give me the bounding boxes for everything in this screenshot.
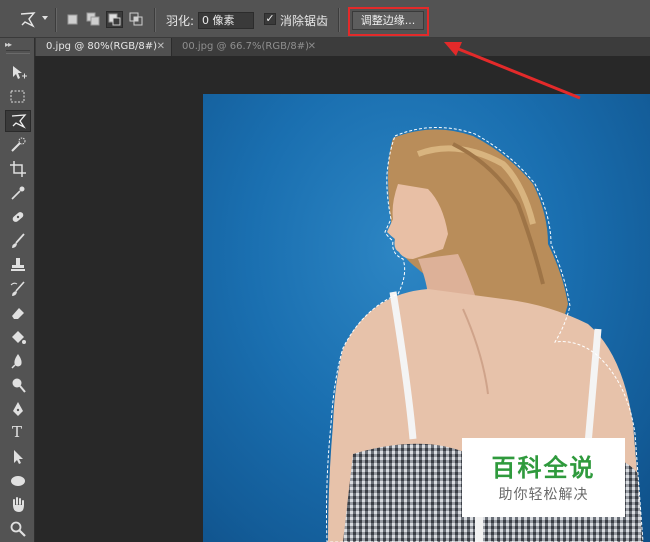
add-to-selection-mode-button[interactable] bbox=[85, 11, 102, 28]
history-brush-tool-icon[interactable] bbox=[5, 278, 31, 300]
document-canvas[interactable]: 百科全说 助你轻松解决 bbox=[36, 56, 650, 542]
watermark-badge: 百科全说 助你轻松解决 bbox=[462, 438, 625, 517]
tab-document-00[interactable]: 00.jpg @ 66.7%(RGB/8#) ✕ bbox=[172, 38, 322, 56]
dodge-tool-icon[interactable] bbox=[5, 374, 31, 396]
type-tool-icon[interactable]: T bbox=[5, 422, 31, 444]
intersect-selection-mode-button[interactable] bbox=[128, 11, 145, 28]
eraser-tool-icon[interactable] bbox=[5, 302, 31, 324]
tab-document-0[interactable]: 0.jpg @ 80%(RGB/8#) ✕ bbox=[36, 38, 172, 56]
panel-collapse-icon[interactable]: ▸▸ bbox=[5, 40, 12, 49]
hand-tool-icon[interactable] bbox=[5, 494, 31, 516]
zoom-tool-icon[interactable] bbox=[5, 518, 31, 540]
options-bar: 羽化: 0 像素 ✓ 消除锯齿 调整边缘... bbox=[0, 0, 650, 38]
eyedropper-tool-icon[interactable] bbox=[5, 182, 31, 204]
spot-healing-tool-icon[interactable] bbox=[5, 206, 31, 228]
toolbar-separator bbox=[55, 8, 57, 32]
antialias-checkbox[interactable]: ✓ bbox=[264, 13, 276, 25]
lasso-tool-preset-icon[interactable] bbox=[18, 10, 38, 30]
tools-panel: ▸▸ T bbox=[0, 38, 35, 542]
paint-bucket-tool-icon[interactable] bbox=[5, 326, 31, 348]
close-icon[interactable]: ✕ bbox=[157, 38, 165, 55]
annotation-highlight-box bbox=[348, 7, 429, 36]
move-tool-icon[interactable] bbox=[5, 62, 31, 84]
toolbar-separator bbox=[154, 8, 156, 32]
antialias-label: 消除锯齿 bbox=[280, 14, 329, 28]
path-selection-tool-icon[interactable] bbox=[5, 446, 31, 468]
panel-grip[interactable] bbox=[6, 50, 30, 54]
tab-label: 0.jpg @ 80%(RGB/8#) bbox=[46, 41, 158, 52]
marquee-tool-icon[interactable] bbox=[5, 86, 31, 108]
toolbar-separator bbox=[338, 8, 340, 32]
feather-label: 羽化: bbox=[166, 14, 195, 28]
ellipse-tool-icon[interactable] bbox=[5, 470, 31, 492]
type-tool-letter: T bbox=[12, 423, 23, 441]
brush-tool-icon[interactable] bbox=[5, 230, 31, 252]
tab-label: 00.jpg @ 66.7%(RGB/8#) bbox=[182, 41, 309, 52]
polygonal-lasso-tool-icon[interactable] bbox=[5, 110, 31, 132]
quick-selection-tool-icon[interactable] bbox=[5, 134, 31, 156]
new-selection-mode-button[interactable] bbox=[64, 11, 81, 28]
close-icon[interactable]: ✕ bbox=[308, 38, 316, 55]
feather-input[interactable]: 0 像素 bbox=[198, 12, 254, 29]
crop-tool-icon[interactable] bbox=[5, 158, 31, 180]
tool-preset-dropdown-icon[interactable] bbox=[42, 16, 48, 20]
watermark-title: 百科全说 bbox=[491, 454, 596, 482]
subtract-from-selection-mode-button[interactable] bbox=[106, 11, 123, 28]
pen-tool-icon[interactable] bbox=[5, 398, 31, 420]
document-tab-strip: 0.jpg @ 80%(RGB/8#) ✕ 00.jpg @ 66.7%(RGB… bbox=[0, 38, 650, 56]
blur-tool-icon[interactable] bbox=[5, 350, 31, 372]
clone-stamp-tool-icon[interactable] bbox=[5, 254, 31, 276]
watermark-subtitle: 助你轻松解决 bbox=[498, 487, 589, 503]
